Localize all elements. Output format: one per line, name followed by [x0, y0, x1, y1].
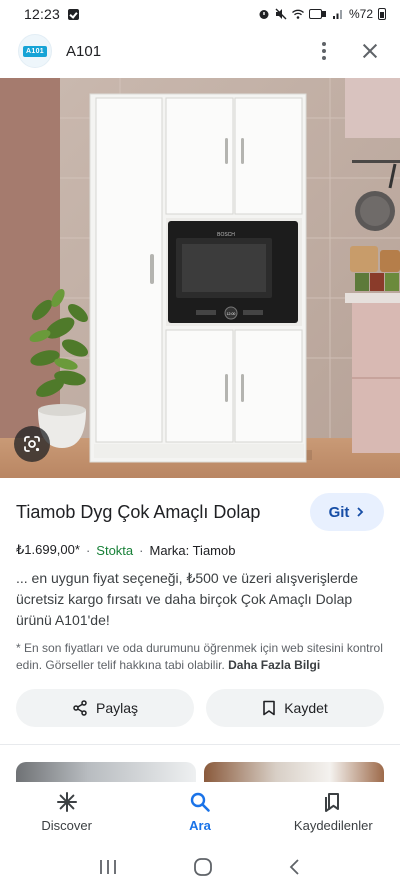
lens-icon [24, 436, 40, 452]
share-label: Paylaş [95, 700, 139, 716]
system-nav-bar [0, 842, 400, 891]
product-image[interactable]: BOSCH 12:00 [0, 78, 400, 478]
nav-search[interactable]: Ara [133, 782, 266, 842]
save-button[interactable]: Kaydet [206, 689, 384, 727]
nav-discover[interactable]: Discover [0, 782, 133, 842]
volte-icon [308, 9, 326, 19]
product-title[interactable]: Tiamob Dyg Çok Amaçlı Dolap [16, 502, 310, 523]
stock-status: Stokta [96, 542, 134, 558]
more-info-link[interactable]: Daha Fazla Bilgi [228, 658, 320, 672]
nav-saved-label: Kaydedilenler [293, 818, 373, 833]
alarm-icon [259, 10, 269, 19]
product-meta: ₺1.699,00* · Stokta · Marka: Tiamob [16, 542, 236, 558]
cabinet-photo: BOSCH 12:00 [0, 78, 400, 478]
visit-label: Git [328, 503, 350, 521]
share-button[interactable]: Paylaş [16, 689, 194, 727]
search-icon [190, 792, 210, 812]
bookmark-icon [263, 700, 276, 716]
status-time: 12:23 [24, 6, 61, 22]
close-icon[interactable] [358, 39, 382, 63]
site-name[interactable]: A101 [66, 43, 101, 60]
brand: Marka: Tiamob [149, 542, 236, 558]
wifi-icon [292, 9, 304, 19]
divider [0, 744, 400, 745]
site-logo[interactable]: A101 [18, 34, 52, 68]
nav-saved[interactable]: Kaydedilenler [267, 782, 400, 842]
google-lens-button[interactable] [14, 426, 50, 462]
disclaimer-text: * En son fiyatları ve oda durumunu öğren… [16, 641, 383, 672]
action-row: Paylaş Kaydet [16, 689, 384, 727]
result-header: A101 A101 [0, 28, 400, 74]
battery-icon [378, 8, 386, 20]
recent-apps-icon[interactable] [97, 858, 119, 876]
share-icon [73, 700, 87, 716]
save-label: Kaydet [284, 700, 328, 716]
logo-text: A101 [23, 45, 47, 57]
home-icon[interactable] [192, 856, 214, 878]
disclaimer-note: * En son fiyatları ve oda durumunu öğren… [16, 640, 384, 674]
visit-button[interactable]: Git [310, 493, 384, 531]
battery-level: %72 [348, 7, 373, 21]
status-bar: 12:23 %72 [0, 0, 400, 28]
product-description: ... en uygun fiyat seçeneği, ₺500 ve üze… [16, 570, 358, 628]
nav-search-label: Ara [189, 818, 211, 833]
asterisk-icon [56, 792, 77, 812]
svg-text:BOSCH: BOSCH [217, 232, 235, 238]
price: ₺1.699,00* [16, 542, 80, 557]
nav-discover-label: Discover [41, 818, 92, 833]
bookmarks-icon [325, 793, 340, 812]
notification-check-icon [68, 8, 80, 20]
signal-icon [332, 10, 342, 19]
back-icon[interactable] [287, 857, 303, 877]
bottom-nav: Discover Ara Kaydedilenler [0, 782, 400, 842]
product-title-row: Tiamob Dyg Çok Amaçlı Dolap Git [16, 490, 384, 534]
svg-text:12:00: 12:00 [227, 312, 236, 316]
mute-icon [275, 8, 287, 20]
more-options-icon[interactable] [312, 39, 336, 63]
chevron-right-icon [357, 507, 364, 517]
